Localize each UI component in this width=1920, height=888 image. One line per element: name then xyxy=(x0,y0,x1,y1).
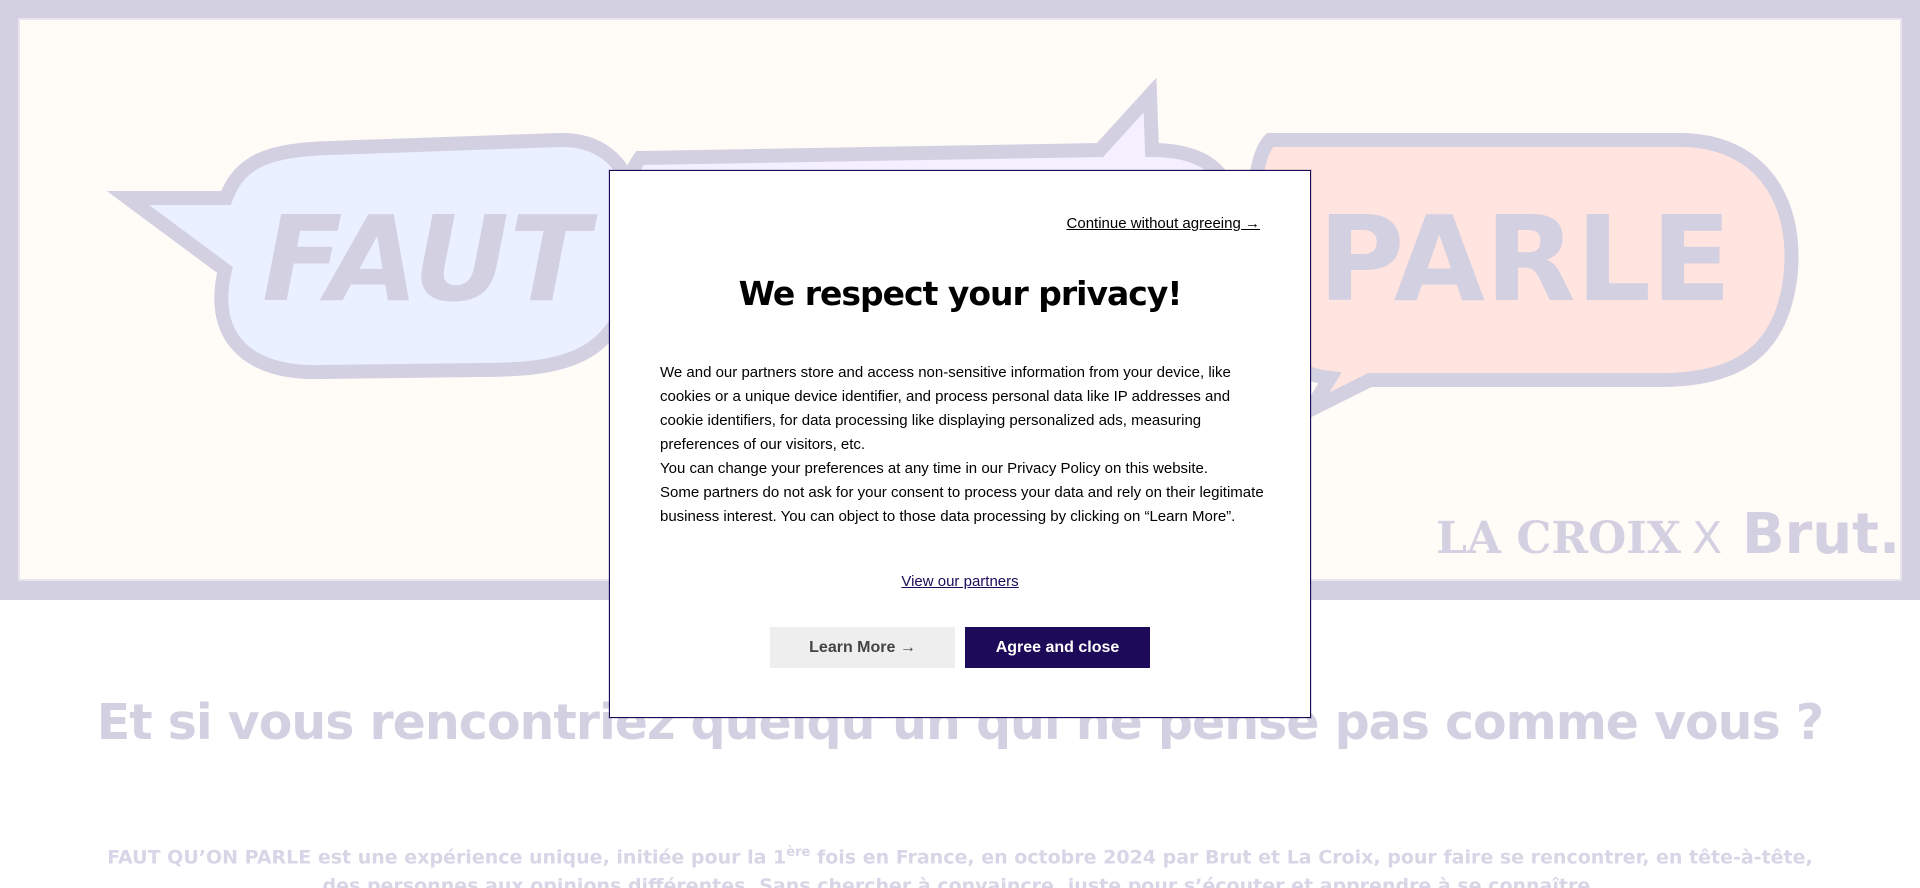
continue-without-agreeing-link[interactable]: Continue without agreeing → xyxy=(1067,215,1260,232)
consent-button-row: Learn More → Agree and close xyxy=(610,627,1310,668)
consent-overlay: Continue without agreeing → We respect y… xyxy=(0,0,1920,888)
consent-paragraph: You can change your preferences at any t… xyxy=(660,460,1209,477)
consent-paragraph: We and our partners store and access non… xyxy=(660,364,1231,453)
view-partners-link[interactable]: View our partners xyxy=(901,573,1018,590)
consent-dialog: Continue without agreeing → We respect y… xyxy=(609,170,1311,718)
consent-title: We respect your privacy! xyxy=(738,274,1183,313)
consent-paragraph: Some partners do not ask for your consen… xyxy=(660,484,1264,525)
agree-and-close-button[interactable]: Agree and close xyxy=(965,627,1150,668)
page: FAUT PARLE LA CROIX X Brut. Et si vous r… xyxy=(0,0,1920,888)
consent-body: We and our partners store and access non… xyxy=(660,361,1270,529)
learn-more-button[interactable]: Learn More → xyxy=(770,627,955,668)
partners-link-row: View our partners xyxy=(610,573,1310,590)
